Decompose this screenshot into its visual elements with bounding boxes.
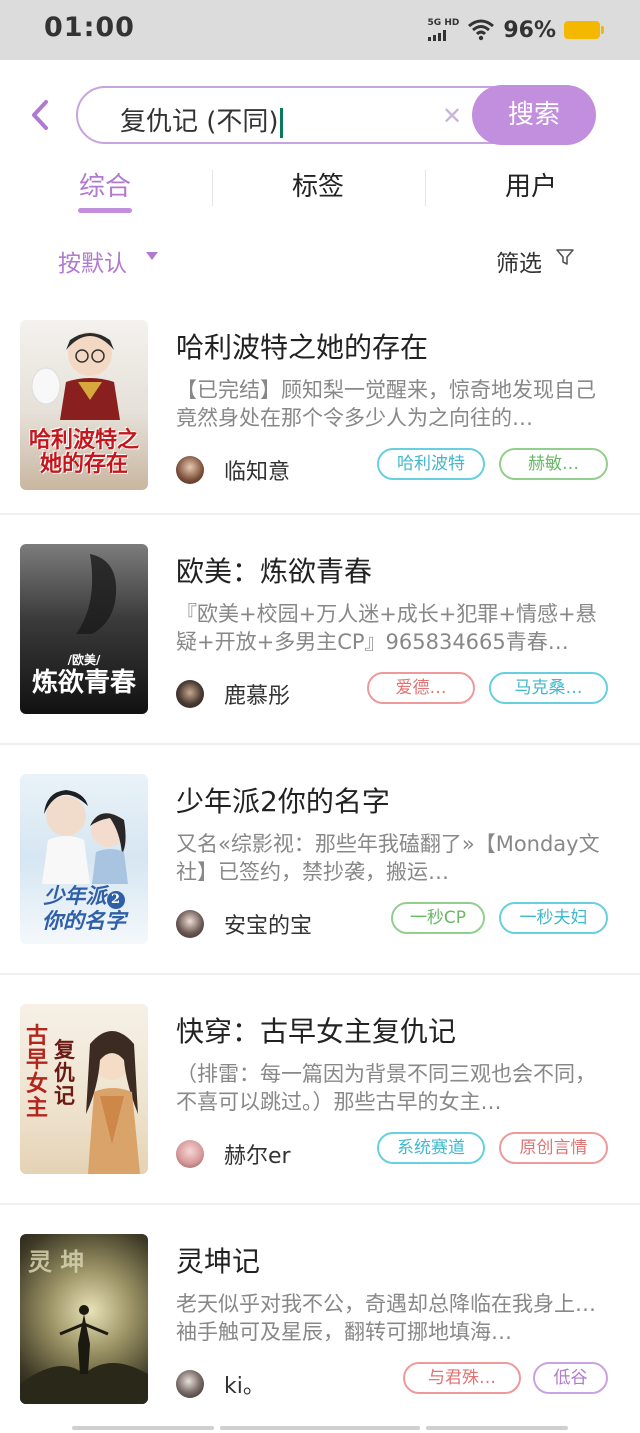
avatar[interactable] [176,1370,204,1398]
status-bar: 01:00 5G HD 96% [0,0,640,60]
author-name[interactable]: ki。 [224,1368,265,1400]
book-item[interactable]: 灵 坤 灵坤记 老天似乎对我不公，奇遇却总降临在我身上…袖手触可及星辰，翻转可挪… [0,1234,640,1433]
book-cover[interactable]: 古早女主 复仇记 [20,1004,148,1174]
cover-text: 复仇记 [54,1037,75,1108]
tag-chip[interactable]: 一秒夫妇 [499,902,608,934]
author-name[interactable]: 赫尔er [224,1138,291,1170]
back-icon[interactable] [26,98,56,132]
book-title[interactable]: 哈利波特之她的存在 [176,326,428,366]
book-title[interactable]: 少年派2你的名字 [176,780,390,820]
tag-chip[interactable]: 原创言情 [499,1132,608,1164]
avatar[interactable] [176,910,204,938]
author-name[interactable]: 安宝的宝 [224,908,312,940]
divider [0,973,640,975]
search-query[interactable]: 复仇记 (不同) [120,101,283,138]
sort-dropdown[interactable]: 按默认 [58,244,127,278]
book-description: 『欧美+校园+万人迷+成长+犯罪+情感+悬疑+开放+多男主CP』96583466… [176,602,597,654]
tag-chip[interactable]: 一秒CP [391,902,485,934]
text-cursor [279,107,283,138]
author-name[interactable]: 鹿慕彤 [224,678,290,710]
status-icons: 5G HD 96% [427,14,604,46]
caret-down-icon[interactable] [146,252,158,260]
tag-chip[interactable]: 系统赛道 [377,1132,485,1164]
cover-illustration [76,554,117,634]
scroll-indicator [72,1426,214,1430]
tab-users[interactable]: 用户 [451,166,611,203]
divider [0,743,640,745]
author-name[interactable]: 临知意 [224,454,290,486]
filter-icon[interactable] [556,248,574,266]
tab-tags[interactable]: 标签 [238,166,398,203]
tag-chip[interactable]: 与君殊… [403,1362,521,1394]
scroll-indicator [220,1426,420,1430]
book-cover[interactable]: 少年派 2 你的名字 [20,774,148,944]
cover-text: 灵 坤 [28,1247,85,1276]
cover-illustration [31,332,120,420]
tab-divider [212,170,213,206]
status-time: 01:00 [44,12,135,43]
book-title[interactable]: 快穿：古早女主复仇记 [176,1010,456,1050]
battery-icon [564,21,604,39]
book-cover[interactable]: 哈利波特之 她的存在 [20,320,148,490]
wifi-icon [468,19,495,41]
book-description: （排雷：每一篇因为背景不同三观也会不同，不喜可以跳过。）那些古早的女主… [176,1062,596,1114]
book-description: 又名«综影视：那些年我磕翻了»【Monday文社】已签约，禁抄袭，搬运… [176,832,600,884]
cellular-signal-icon: 5G HD [427,19,459,41]
tag-chip[interactable]: 爱德… [367,672,475,704]
tag-chip[interactable]: 马克桑… [489,672,608,704]
book-item[interactable]: /欧美/炼欲青春 欧美：炼欲青春 『欧美+校园+万人迷+成长+犯罪+情感+悬疑+… [0,544,640,772]
book-title[interactable]: 灵坤记 [176,1240,260,1280]
search-button[interactable]: 搜索 [472,85,596,145]
battery-percent: 96% [503,17,556,43]
tag-chip[interactable]: 低谷 [533,1362,608,1394]
tag-chip[interactable]: 哈利波特 [377,448,485,480]
filter-button[interactable]: 筛选 [496,244,542,278]
book-description: 【已完结】顾知梨一觉醒来，惊奇地发现自己竟然身处在那个令多少人为之向往的… [176,378,596,430]
tab-general[interactable]: 综合 [25,166,185,203]
book-cover[interactable]: /欧美/炼欲青春 [20,544,148,714]
tab-divider [425,170,426,206]
scroll-indicator [426,1426,568,1430]
divider [0,513,640,515]
book-cover[interactable]: 灵 坤 [20,1234,148,1404]
tag-chip[interactable]: 赫敏… [499,448,608,480]
book-item[interactable]: 古早女主 复仇记 快穿：古早女主复仇记 （排雷：每一篇因为背景不同三观也会不同，… [0,1004,640,1232]
avatar[interactable] [176,680,204,708]
avatar[interactable] [176,456,204,484]
cover-text: 古早女主 [26,1023,49,1121]
book-item[interactable]: 少年派 2 你的名字 少年派2你的名字 又名«综影视：那些年我磕翻了»【Monday… [0,774,640,1002]
result-tabs: 综合 标签 用户 [0,160,640,220]
book-description: 老天似乎对我不公，奇遇却总降临在我身上…袖手触可及星辰，翻转可挪地填海… [176,1292,596,1344]
clear-icon[interactable]: ✕ [442,102,462,130]
book-title[interactable]: 欧美：炼欲青春 [176,550,372,590]
avatar[interactable] [176,1140,204,1168]
active-tab-indicator [78,208,132,213]
divider [0,1203,640,1205]
cover-illustration [42,790,128,884]
